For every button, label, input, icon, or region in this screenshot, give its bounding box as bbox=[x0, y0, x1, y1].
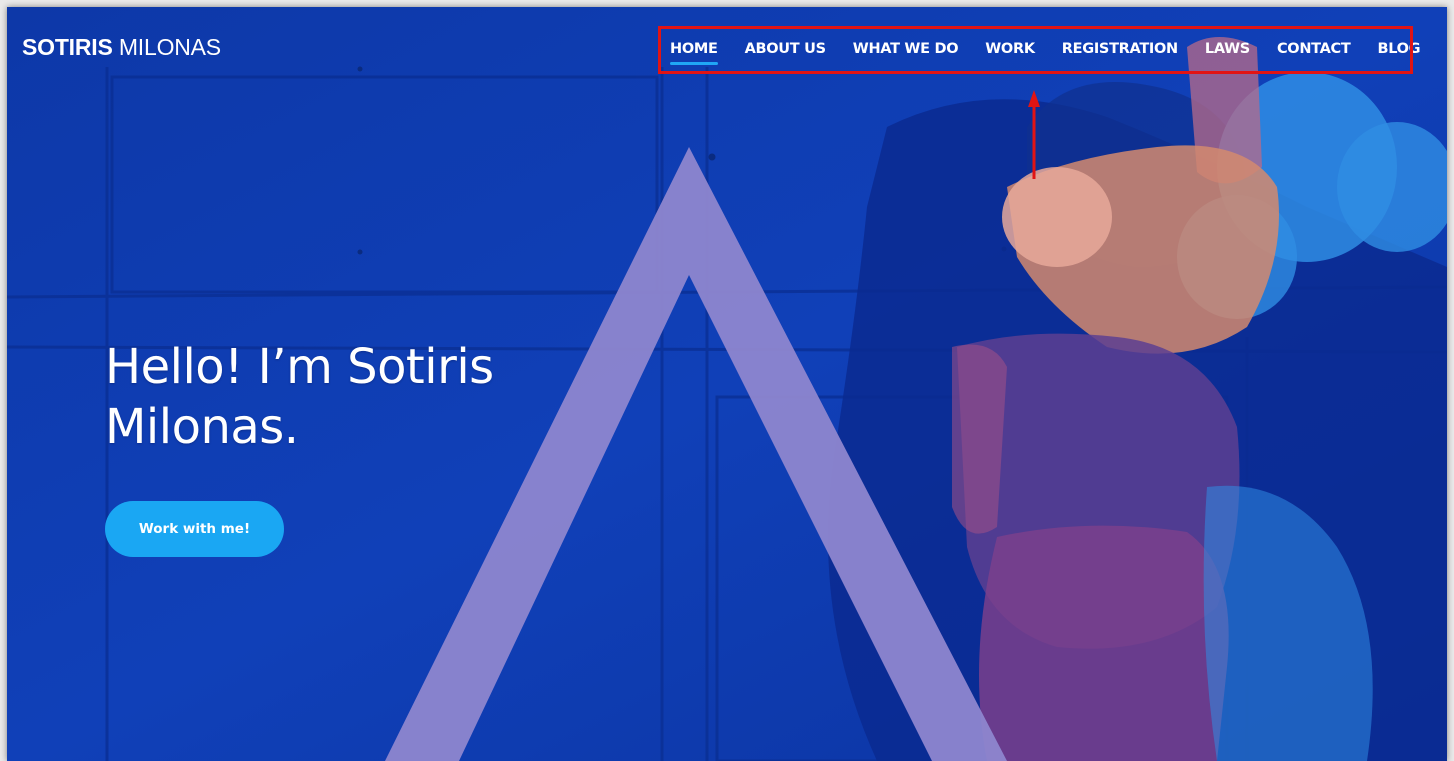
logo-bold-text: SOTIRIS bbox=[22, 34, 113, 60]
work-with-me-button[interactable]: Work with me! bbox=[105, 501, 284, 557]
hero-title: Hello! I’m Sotiris Milonas. bbox=[105, 339, 494, 455]
annotation-highlight-box bbox=[658, 26, 1413, 74]
site-logo[interactable]: SOTIRIS MILONAS bbox=[22, 32, 221, 62]
page: SOTIRIS MILONAS HOME ABOUT US WHAT WE DO… bbox=[7, 7, 1447, 761]
logo-light-text: MILONAS bbox=[118, 34, 221, 60]
